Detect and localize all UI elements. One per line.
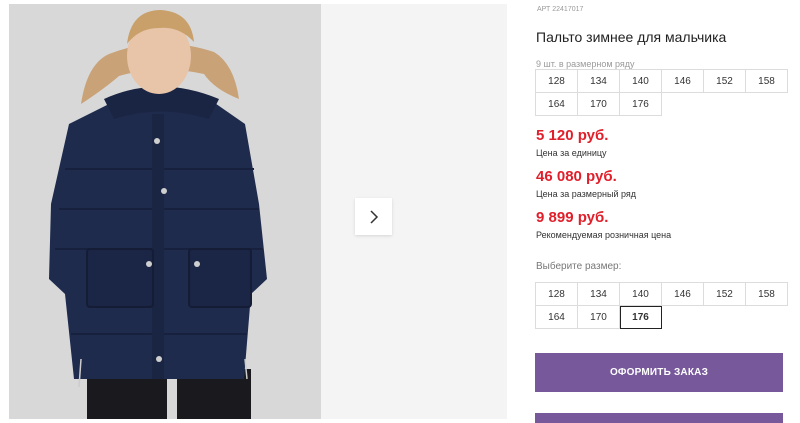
size-option[interactable]: 146 xyxy=(662,283,704,306)
size-option[interactable]: 158 xyxy=(746,283,788,306)
size-row-cell: 164 xyxy=(536,93,578,116)
size-row-cell: 176 xyxy=(620,93,662,116)
size-option[interactable]: 164 xyxy=(536,306,578,329)
boy-in-coat-image xyxy=(9,4,321,419)
size-row-count: 9 шт. в размерном ряду xyxy=(536,59,635,69)
size-option[interactable]: 170 xyxy=(578,306,620,329)
size-row-grid: 128 134 140 146 152 158 164 170 176 xyxy=(535,69,788,116)
next-image-button[interactable] xyxy=(355,198,392,235)
size-row-cell: 140 xyxy=(620,70,662,93)
product-title: Пальто зимнее для мальчика xyxy=(536,29,727,45)
place-order-button[interactable]: ОФОРМИТЬ ЗАКАЗ xyxy=(535,353,783,392)
row-price-note: Цена за размерный ряд xyxy=(536,189,637,199)
size-row-cell: 134 xyxy=(578,70,620,93)
product-photo[interactable] xyxy=(9,4,321,419)
size-row-cell: 158 xyxy=(746,70,788,93)
size-option[interactable]: 128 xyxy=(536,283,578,306)
size-picker: 128 134 140 146 152 158 164 170 176 xyxy=(535,282,788,329)
size-row-cell: 152 xyxy=(704,70,746,93)
size-row-cell: 170 xyxy=(578,93,620,116)
unit-price: 5 120 руб. xyxy=(536,127,609,144)
size-option[interactable]: 140 xyxy=(620,283,662,306)
unit-price-note: Цена за единицу xyxy=(536,148,607,158)
size-option-selected[interactable]: 176 xyxy=(620,306,662,329)
choose-size-label: Выберите размер: xyxy=(536,261,622,272)
product-sku: АРТ 22417017 xyxy=(537,6,584,13)
retail-price-note: Рекомендуемая розничная цена xyxy=(536,230,672,240)
size-row-cell: 146 xyxy=(662,70,704,93)
chevron-right-icon xyxy=(369,209,378,224)
size-option[interactable]: 152 xyxy=(704,283,746,306)
secondary-action-button[interactable] xyxy=(535,413,783,423)
size-row-cell: 128 xyxy=(536,70,578,93)
retail-price: 9 899 руб. xyxy=(536,209,609,226)
size-option[interactable]: 134 xyxy=(578,283,620,306)
row-price: 46 080 руб. xyxy=(536,168,617,185)
product-gallery xyxy=(9,4,507,419)
